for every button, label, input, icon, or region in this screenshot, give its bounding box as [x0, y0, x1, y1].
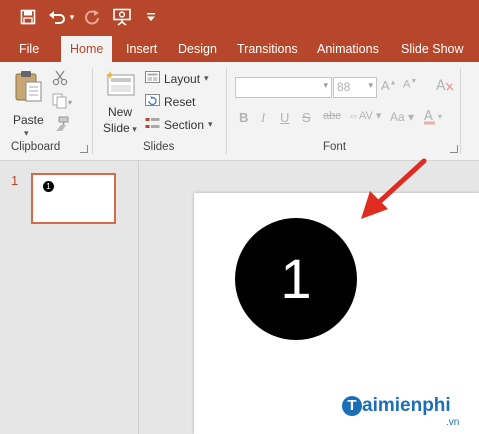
layout-button[interactable]: Layout ▾: [145, 71, 209, 86]
clear-formatting-icon[interactable]: A: [435, 75, 455, 98]
font-group-label: Font: [323, 141, 347, 153]
undo-dropdown-icon[interactable]: ▾: [67, 6, 77, 28]
thumbnail-circle: 1: [43, 181, 54, 192]
copy-icon[interactable]: ▾: [52, 93, 74, 112]
italic-icon[interactable]: I: [261, 110, 265, 126]
underline-icon[interactable]: U: [280, 110, 289, 125]
new-slide-label-2: Slide: [103, 121, 130, 135]
slide-thumbnail-pane: 1 1: [0, 161, 139, 434]
save-icon[interactable]: [18, 6, 38, 28]
tab-slide-show[interactable]: Slide Show: [401, 36, 464, 62]
new-slide-dropdown-icon: ▾: [129, 124, 137, 134]
watermark-suffix: .vn: [446, 417, 460, 428]
arrow-icon: [361, 158, 427, 219]
watermark-logo: Taimienphi: [342, 395, 451, 417]
number-circle[interactable]: 1: [235, 218, 357, 340]
grow-font-icon[interactable]: A▲: [381, 78, 397, 93]
undo-icon[interactable]: [47, 6, 67, 28]
shrink-font-icon[interactable]: A▼: [403, 78, 417, 91]
customize-icon[interactable]: [145, 6, 157, 28]
font-color-icon[interactable]: A ▾: [423, 107, 447, 128]
section-dropdown-icon: ▾: [208, 119, 213, 129]
watermark-text: aimienphi: [362, 395, 451, 416]
bold-icon[interactable]: B: [239, 110, 248, 125]
tab-insert[interactable]: Insert: [126, 36, 157, 62]
font-launcher-icon[interactable]: [450, 145, 458, 153]
layout-label: Layout: [164, 71, 201, 86]
ribbon: Paste ▾ ▾ Clipboard New Slide ▾ Layout ▾…: [0, 62, 479, 161]
slide-number: 1: [11, 173, 19, 188]
font-name-dropdown-icon[interactable]: ▾: [323, 80, 328, 91]
cut-icon[interactable]: [52, 70, 68, 89]
strikethrough-icon[interactable]: S: [302, 110, 311, 125]
clipboard-group-label: Clipboard: [11, 141, 61, 153]
new-slide-button[interactable]: New Slide ▾: [102, 70, 140, 140]
redo-icon[interactable]: [82, 6, 102, 28]
spacing-icon[interactable]: ⇔AV ▾: [348, 109, 381, 122]
ribbon-tabs: File Home Insert Design Transitions Anim…: [0, 36, 479, 62]
tab-file[interactable]: File: [19, 36, 39, 62]
new-slide-icon: [105, 70, 137, 103]
tab-animations[interactable]: Animations: [317, 36, 379, 62]
tab-home[interactable]: Home: [61, 36, 113, 62]
section-button[interactable]: Section ▾: [145, 117, 213, 132]
section-label: Section: [164, 117, 205, 132]
layout-icon: [145, 71, 160, 86]
slide-thumbnail[interactable]: 1: [31, 173, 116, 224]
slide-canvas[interactable]: 1 Taimienphi .vn: [194, 193, 479, 434]
font-size-value: 88: [337, 80, 351, 94]
reset-button[interactable]: Reset: [145, 94, 195, 109]
paste-button[interactable]: Paste ▾: [12, 70, 46, 140]
svg-text:▾: ▾: [68, 98, 72, 107]
reset-label: Reset: [164, 94, 196, 109]
quick-access-toolbar: ▾: [0, 0, 479, 36]
watermark-initial: T: [342, 396, 362, 416]
layout-dropdown-icon: ▾: [204, 73, 209, 83]
section-icon: [145, 117, 160, 132]
tab-design[interactable]: Design: [178, 36, 217, 62]
reset-icon: [145, 94, 160, 109]
new-slide-label: New: [108, 105, 133, 119]
svg-text:A: A: [436, 78, 446, 94]
paste-icon: [14, 70, 44, 109]
slides-group-label: Slides: [143, 141, 175, 153]
paste-dropdown-icon: ▾: [24, 128, 29, 138]
format-painter-icon[interactable]: [52, 116, 70, 135]
change-case-icon[interactable]: Aa ▾: [390, 110, 414, 124]
paste-label: Paste: [13, 113, 44, 127]
tab-transitions[interactable]: Transitions: [237, 36, 298, 62]
svg-text:▾: ▾: [438, 112, 442, 121]
group-divider: [460, 68, 461, 154]
char-spacing-icon[interactable]: abc: [323, 110, 341, 122]
present-icon[interactable]: [111, 6, 133, 28]
group-divider: [226, 68, 227, 154]
font-name-input[interactable]: ▾: [235, 77, 332, 98]
clipboard-launcher-icon[interactable]: [80, 145, 88, 153]
font-size-dropdown-icon[interactable]: ▾: [368, 80, 373, 91]
group-divider: [92, 68, 93, 154]
font-size-input[interactable]: 88 ▾: [333, 77, 377, 98]
